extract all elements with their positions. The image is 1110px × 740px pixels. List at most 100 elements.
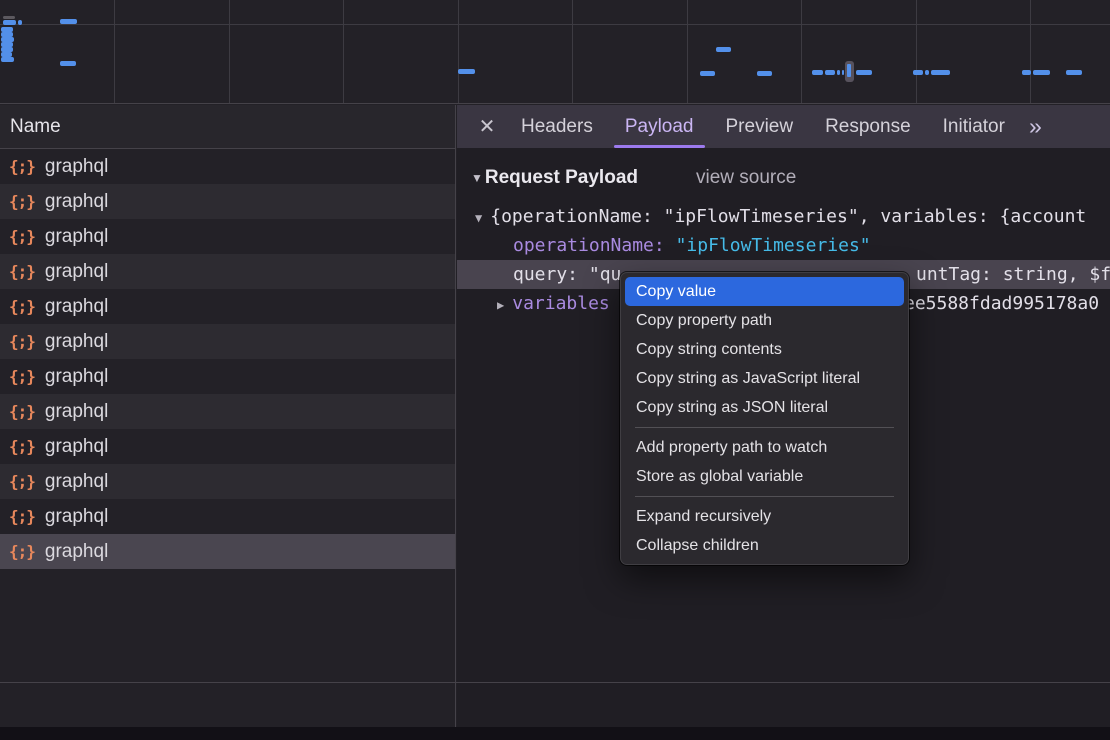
- request-row[interactable]: {;} graphql: [0, 499, 455, 534]
- request-row[interactable]: {;} graphql: [0, 219, 455, 254]
- menu-item-copy-value[interactable]: Copy value: [625, 277, 904, 306]
- context-menu: Copy value Copy property path Copy strin…: [620, 272, 909, 565]
- menu-item-copy-property-path[interactable]: Copy property path: [625, 306, 904, 335]
- tab-label: Headers: [521, 116, 593, 137]
- menu-item-copy-string-as-json-literal[interactable]: Copy string as JSON literal: [625, 393, 904, 422]
- request-row[interactable]: {;} graphql: [0, 254, 455, 289]
- overview-gridline: [0, 24, 1110, 25]
- menu-separator: [635, 496, 894, 497]
- request-name: graphql: [45, 366, 108, 388]
- json-row-operationName[interactable]: operationName: "ipFlowTimeseries": [457, 231, 1110, 260]
- column-header-name[interactable]: Name: [0, 105, 455, 149]
- disclosure-triangle-icon: ▶: [497, 298, 504, 312]
- menu-item-copy-string-as-javascript-literal[interactable]: Copy string as JavaScript literal: [625, 364, 904, 393]
- disclosure-triangle-icon: ▼: [471, 171, 483, 185]
- request-list: {;} graphql {;} graphql {;} graphql {;} …: [0, 149, 455, 569]
- request-name: graphql: [45, 541, 108, 563]
- overview-gridline: [687, 0, 688, 103]
- json-request-icon: {;}: [9, 262, 35, 281]
- menu-item-add-property-path-to-watch[interactable]: Add property path to watch: [625, 433, 904, 462]
- request-timing-bar: [925, 70, 929, 75]
- json-request-icon: {;}: [9, 157, 35, 176]
- request-timing-bar: [3, 20, 16, 25]
- request-timing-bar: [716, 47, 731, 52]
- tab-response[interactable]: Response: [809, 105, 927, 148]
- overview-gridline: [801, 0, 802, 103]
- request-timing-bar: [60, 19, 77, 24]
- tab-label: Initiator: [943, 116, 1005, 137]
- menu-item-label: Expand recursively: [636, 508, 771, 525]
- json-request-icon: {;}: [9, 507, 35, 526]
- menu-item-collapse-children[interactable]: Collapse children: [625, 531, 904, 560]
- request-row[interactable]: {;} graphql: [0, 149, 455, 184]
- devtools-network-panel: Name {;} graphql {;} graphql {;} graphql: [0, 0, 1110, 740]
- request-name: graphql: [45, 296, 108, 318]
- request-timing-bar: [825, 70, 835, 75]
- request-row[interactable]: {;} graphql: [0, 184, 455, 219]
- tab-payload[interactable]: Payload: [609, 105, 710, 148]
- request-timing-bar: [931, 70, 950, 75]
- request-timing-bar: [913, 70, 923, 75]
- overview-gridline: [916, 0, 917, 103]
- tab-preview[interactable]: Preview: [710, 105, 810, 148]
- request-timing-bar: [700, 71, 715, 76]
- json-request-icon: {;}: [9, 367, 35, 386]
- section-title: Request Payload: [485, 167, 638, 189]
- request-name: graphql: [45, 331, 108, 353]
- request-row[interactable]: {;} graphql: [0, 464, 455, 499]
- menu-item-store-as-global-variable[interactable]: Store as global variable: [625, 462, 904, 491]
- more-tabs-icon[interactable]: »: [1029, 105, 1042, 148]
- selected-request-marker-bar: [847, 64, 851, 77]
- request-timing-bar: [812, 70, 823, 75]
- request-timing-bar: [1066, 70, 1082, 75]
- tab-headers[interactable]: Headers: [505, 105, 609, 148]
- json-request-icon: {;}: [9, 297, 35, 316]
- json-key: operationName:: [513, 235, 665, 256]
- request-name: graphql: [45, 261, 108, 283]
- close-icon[interactable]: ✕: [469, 114, 505, 139]
- overview-gridline: [114, 0, 115, 103]
- json-request-icon: {;}: [9, 542, 35, 561]
- request-timing-bar: [757, 71, 772, 76]
- request-row[interactable]: {;} graphql: [0, 289, 455, 324]
- menu-item-label: Collapse children: [636, 537, 759, 554]
- request-timing-bar: [837, 70, 840, 75]
- view-source-link[interactable]: view source: [696, 167, 796, 189]
- request-timing-bar: [1022, 70, 1031, 75]
- request-name: graphql: [45, 156, 108, 178]
- tab-label: Response: [825, 116, 911, 137]
- request-name: graphql: [45, 401, 108, 423]
- request-payload-section-header[interactable]: ▼ Request Payload view source: [471, 166, 1110, 190]
- json-request-icon: {;}: [9, 332, 35, 351]
- network-overview-timeline[interactable]: [0, 0, 1110, 104]
- tabs: Headers Payload Preview Response: [505, 105, 1021, 148]
- request-row[interactable]: {;} graphql: [0, 324, 455, 359]
- menu-item-copy-string-contents[interactable]: Copy string contents: [625, 335, 904, 364]
- json-query-fragment-right: untTag: string, $f: [916, 260, 1110, 289]
- request-row[interactable]: {;} graphql: [0, 394, 455, 429]
- menu-item-expand-recursively[interactable]: Expand recursively: [625, 502, 904, 531]
- tab-initiator[interactable]: Initiator: [927, 105, 1021, 148]
- request-name: graphql: [45, 471, 108, 493]
- disclosure-triangle-icon: ▼: [475, 211, 482, 225]
- request-row[interactable]: {;} graphql: [0, 359, 455, 394]
- request-timing-bar: [458, 69, 475, 74]
- overview-gridline: [572, 0, 573, 103]
- request-name: graphql: [45, 506, 108, 528]
- summary-bar-divider: [0, 682, 1110, 683]
- request-timing-bar: [18, 20, 22, 25]
- menu-item-label: Store as global variable: [636, 468, 803, 485]
- tab-label: Payload: [625, 116, 694, 137]
- tab-label: Preview: [726, 116, 794, 137]
- overview-gridline: [229, 0, 230, 103]
- request-row[interactable]: {;} graphql: [0, 534, 455, 569]
- overview-gridline: [343, 0, 344, 103]
- json-root-row[interactable]: ▼{operationName: "ipFlowTimeseries", var…: [457, 202, 1110, 231]
- request-timing-bar: [1033, 70, 1050, 75]
- menu-item-label: Copy string contents: [636, 341, 782, 358]
- request-timing-bar: [842, 70, 844, 75]
- json-request-icon: {;}: [9, 227, 35, 246]
- json-request-icon: {;}: [9, 402, 35, 421]
- request-name: graphql: [45, 191, 108, 213]
- request-row[interactable]: {;} graphql: [0, 429, 455, 464]
